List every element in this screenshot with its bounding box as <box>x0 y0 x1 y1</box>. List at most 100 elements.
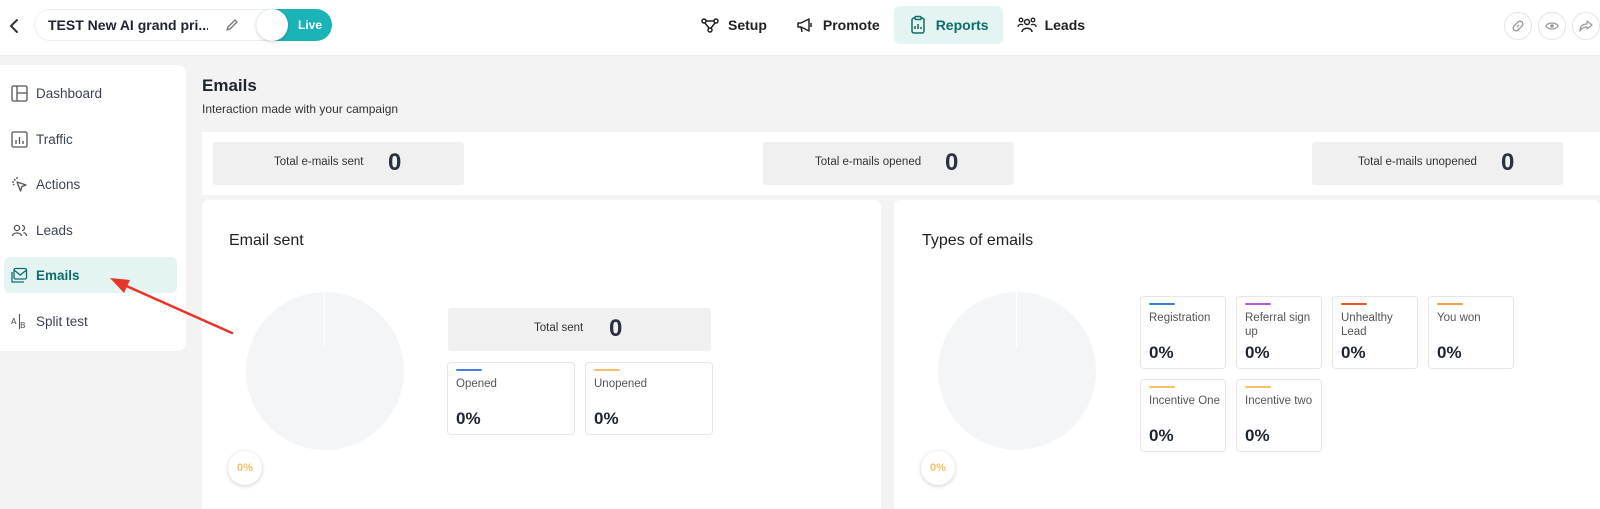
nav-setup[interactable]: Setup <box>686 6 781 44</box>
panel-title: Types of emails <box>922 232 1034 249</box>
card-value: 0% <box>1341 343 1366 362</box>
campaign-title-pill: TEST New AI grand pri... Live <box>34 9 332 41</box>
stat-total-opened: Total e-mails opened 0 <box>763 142 1014 185</box>
sidebar-item-leads[interactable]: Leads <box>4 212 177 248</box>
pencil-icon <box>226 19 238 31</box>
stat-label: Total e-mails opened <box>815 156 922 168</box>
clipboard-icon <box>910 15 925 34</box>
copy-link-button[interactable] <box>1504 12 1532 40</box>
preview-button[interactable] <box>1538 12 1566 40</box>
types-of-emails-panel: Types of emails 0% Registration 0% Refer… <box>894 200 1600 509</box>
unopened-card: Unopened 0% <box>585 362 713 435</box>
stat-value: 0 <box>388 149 402 176</box>
card-label: Referral sign up <box>1245 312 1311 338</box>
cursor-click-icon <box>12 176 27 192</box>
top-actions <box>1504 12 1600 40</box>
legend-swatch <box>456 369 482 371</box>
legend-swatch <box>1437 303 1463 305</box>
sidebar-item-label: Leads <box>36 222 73 238</box>
pie-percent-label: 0% <box>921 451 955 485</box>
sidebar-item-label: Split test <box>36 313 88 329</box>
top-bar: TEST New AI grand pri... Live Setup Prom… <box>0 0 1600 56</box>
sidebar-item-split-test[interactable]: AB Split test <box>4 303 177 339</box>
stat-total-unopened: Total e-mails unopened 0 <box>1312 142 1563 185</box>
toggle-knob <box>256 9 288 41</box>
chevron-left-icon <box>9 19 18 33</box>
registration-card: Registration 0% <box>1140 296 1226 369</box>
legend-swatch <box>1149 303 1175 305</box>
sidebar-item-label: Dashboard <box>36 85 103 101</box>
dashboard-icon <box>11 84 28 102</box>
main-nav: Setup Promote Reports Leads <box>686 6 1099 44</box>
email-stats-bar: Total e-mails sent 0 Total e-mails opene… <box>202 132 1600 195</box>
sidebar-item-traffic[interactable]: Traffic <box>4 121 177 157</box>
back-button[interactable] <box>4 14 24 38</box>
live-toggle[interactable]: Live <box>256 9 332 41</box>
total-sent-value: 0 <box>609 315 623 342</box>
live-label: Live <box>298 18 323 32</box>
card-label: Opened <box>456 378 497 390</box>
you-won-card: You won 0% <box>1428 296 1514 369</box>
sidebar-item-dashboard[interactable]: Dashboard <box>4 75 177 111</box>
stat-value: 0 <box>945 149 959 176</box>
nav-setup-label: Setup <box>728 17 767 33</box>
card-value: 0% <box>594 409 619 428</box>
legend-swatch <box>1149 386 1175 388</box>
sidebar-item-label: Traffic <box>36 131 73 147</box>
card-value: 0% <box>1149 343 1174 362</box>
svg-text:A: A <box>11 317 17 326</box>
panel-title: Email sent <box>229 232 304 249</box>
card-value: 0% <box>1245 343 1270 362</box>
card-label: You won <box>1437 312 1481 324</box>
share-button[interactable] <box>1572 12 1600 40</box>
mail-icon <box>11 267 28 283</box>
page-title: Emails <box>202 76 257 95</box>
chart-icon <box>11 130 28 148</box>
card-value: 0% <box>1149 426 1174 445</box>
total-sent-box: Total sent 0 <box>448 308 711 351</box>
stat-total-sent: Total e-mails sent 0 <box>213 142 464 185</box>
referral-sign-up-card: Referral sign up 0% <box>1236 296 1322 369</box>
total-sent-label: Total sent <box>534 322 584 334</box>
megaphone-icon <box>797 18 812 33</box>
nav-reports[interactable]: Reports <box>893 6 1003 44</box>
legend-swatch <box>1245 303 1271 305</box>
card-label: Registration <box>1149 312 1211 324</box>
legend-swatch <box>1341 303 1367 305</box>
pie-divider <box>324 292 325 348</box>
pie-percent-label: 0% <box>228 451 262 485</box>
card-value: 0% <box>1437 343 1462 362</box>
legend-swatch <box>594 369 620 371</box>
users-icon <box>11 224 28 236</box>
nav-leads[interactable]: Leads <box>1003 6 1099 44</box>
email-sent-pie-chart <box>246 292 404 450</box>
sidebar-item-actions[interactable]: Actions <box>4 166 177 202</box>
pie-divider <box>1016 292 1017 348</box>
card-value: 0% <box>456 409 481 428</box>
sidebar-item-label: Emails <box>36 267 80 283</box>
sidebar-item-label: Actions <box>36 176 81 192</box>
opened-card: Opened 0% <box>447 362 575 435</box>
email-sent-panel: Email sent 0% Total sent 0 Opened 0% Uno… <box>202 200 881 509</box>
sidebar-item-emails[interactable]: Emails <box>4 257 177 293</box>
stat-label: Total e-mails unopened <box>1358 156 1477 168</box>
link-icon <box>1512 20 1524 32</box>
card-label: Incentive two <box>1245 395 1313 407</box>
incentive-two-card: Incentive two 0% <box>1236 379 1322 452</box>
edit-title-button[interactable] <box>213 9 251 41</box>
card-label: Unhealthy Lead <box>1341 312 1393 338</box>
sidebar: Dashboard Traffic Actions Leads Emails A… <box>0 65 186 351</box>
card-label: Unopened <box>594 378 648 390</box>
nav-promote-label: Promote <box>822 17 880 33</box>
stat-label: Total e-mails sent <box>274 156 364 168</box>
eye-icon <box>1545 22 1559 30</box>
campaign-title: TEST New AI grand pri... <box>48 17 208 33</box>
svg-text:B: B <box>20 321 26 330</box>
people-icon <box>1016 17 1037 33</box>
nav-leads-label: Leads <box>1044 17 1086 33</box>
card-label: Incentive One <box>1149 395 1220 407</box>
nav-promote[interactable]: Promote <box>781 6 894 44</box>
card-value: 0% <box>1245 426 1270 445</box>
types-pie-chart <box>938 292 1096 450</box>
legend-swatch <box>1245 386 1271 388</box>
